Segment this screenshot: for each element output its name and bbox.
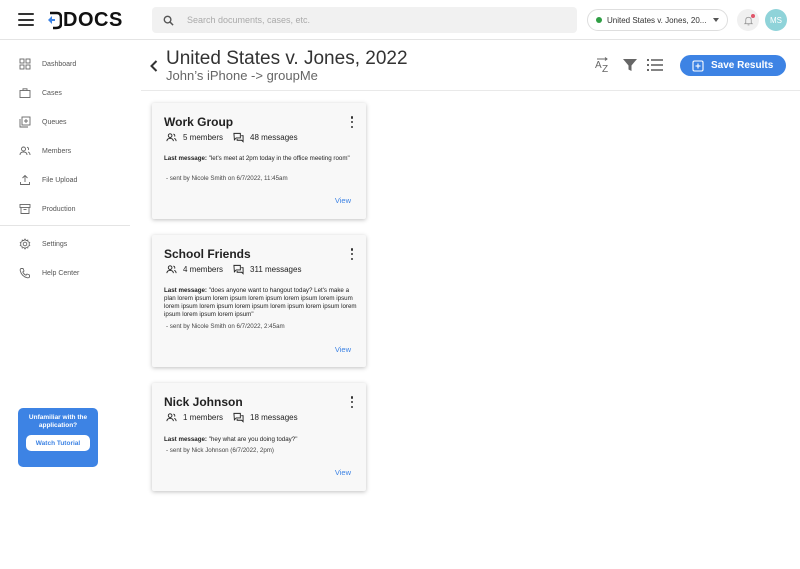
group-card: Nick Johnson 1 members 18 messages Last … xyxy=(152,383,366,491)
member-count: 5 members xyxy=(183,133,224,142)
chat-icon xyxy=(233,132,244,143)
case-selector[interactable]: United States v. Jones, 20... xyxy=(587,9,728,31)
sidebar-item-production[interactable]: Production xyxy=(19,201,75,217)
view-link[interactable]: View xyxy=(335,468,351,477)
members-icon xyxy=(19,146,31,156)
sort-az-icon[interactable]: A Z xyxy=(594,57,612,73)
card-title: School Friends xyxy=(164,247,251,261)
top-bar: DOCS United States v. Jones, 20... MS xyxy=(0,0,800,40)
chat-icon xyxy=(233,264,244,275)
dashboard-icon xyxy=(19,58,31,70)
last-message-text: "let's meet at 2pm today in the office m… xyxy=(208,155,350,162)
last-message: Last message: "let's meet at 2pm today i… xyxy=(164,155,358,163)
sidebar-item-label: Cases xyxy=(42,89,62,97)
sidebar-item-label: Queues xyxy=(42,118,67,126)
tutorial-text: Unfamiliar with the application? xyxy=(28,414,88,429)
view-link[interactable]: View xyxy=(335,345,351,354)
sidebar-item-help-center[interactable]: Help Center xyxy=(19,265,79,281)
save-icon xyxy=(692,59,704,72)
more-options-icon[interactable] xyxy=(350,396,354,408)
message-count: 311 messages xyxy=(250,265,302,274)
group-card: School Friends 4 members 311 messages La… xyxy=(152,235,366,367)
card-title: Nick Johnson xyxy=(164,395,243,409)
tutorial-card: Unfamiliar with the application? Watch T… xyxy=(18,408,98,467)
sidebar-item-settings[interactable]: Settings xyxy=(19,236,67,252)
chat-icon xyxy=(233,412,244,423)
svg-text:A: A xyxy=(595,60,602,71)
last-message-text: "hey what are you doing today?" xyxy=(208,436,298,443)
logo-mark-icon xyxy=(48,11,62,30)
card-stats: 4 members 311 messages xyxy=(166,264,301,275)
member-count: 1 members xyxy=(183,413,224,422)
sidebar-item-dashboard[interactable]: Dashboard xyxy=(19,56,76,72)
message-count: 48 messages xyxy=(250,133,298,142)
sent-by: - sent by Nick Johnson (6/7/2022, 2pm) xyxy=(166,447,274,454)
upload-icon xyxy=(20,174,30,185)
save-results-button[interactable]: Save Results xyxy=(680,55,786,76)
sidebar-item-label: Production xyxy=(42,205,76,213)
search-input[interactable] xyxy=(187,15,547,25)
sidebar-item-queues[interactable]: Queues xyxy=(19,114,67,130)
sidebar-divider xyxy=(0,225,130,226)
page-title: United States v. Jones, 2022 xyxy=(166,48,408,69)
list-view-icon[interactable] xyxy=(646,57,664,73)
member-count: 4 members xyxy=(183,265,224,274)
archive-icon xyxy=(19,204,31,214)
gear-icon xyxy=(19,238,31,250)
card-stats: 5 members 48 messages xyxy=(166,132,298,143)
logo-text: DOCS xyxy=(63,8,123,31)
more-options-icon[interactable] xyxy=(350,116,354,128)
menu-icon[interactable] xyxy=(18,13,34,26)
case-selector-value: United States v. Jones, 20... xyxy=(607,15,707,25)
search-icon xyxy=(163,15,174,26)
logo[interactable]: DOCS xyxy=(46,8,123,32)
last-message-label: Last message: xyxy=(164,155,207,162)
sidebar-item-label: Help Center xyxy=(42,269,80,277)
card-title: Work Group xyxy=(164,115,234,129)
briefcase-icon xyxy=(19,88,31,98)
header-divider xyxy=(141,90,800,91)
back-arrow-icon[interactable] xyxy=(149,59,159,73)
members-icon xyxy=(166,265,177,274)
sidebar-item-label: File Upload xyxy=(42,176,78,184)
last-message: Last message: "does anyone want to hango… xyxy=(164,287,358,319)
sidebar-item-label: Settings xyxy=(42,240,68,248)
status-dot xyxy=(596,17,602,23)
avatar[interactable]: MS xyxy=(765,9,787,31)
sidebar-item-file-upload[interactable]: File Upload xyxy=(19,172,77,188)
view-link[interactable]: View xyxy=(335,196,351,205)
save-results-label: Save Results xyxy=(711,60,774,71)
sidebar: Dashboard Cases Queues Members File Uplo… xyxy=(0,41,140,569)
sidebar-item-label: Members xyxy=(42,147,72,155)
chevron-down-icon xyxy=(713,18,719,22)
members-icon xyxy=(166,133,177,142)
sent-by: - sent by Nicole Smith on 6/7/2022, 2:45… xyxy=(166,323,285,330)
members-icon xyxy=(166,413,177,422)
sidebar-item-label: Dashboard xyxy=(42,60,77,68)
filter-icon[interactable] xyxy=(621,57,639,73)
notification-badge xyxy=(751,14,755,18)
more-options-icon[interactable] xyxy=(350,248,354,260)
notification-button[interactable] xyxy=(737,9,759,31)
group-card: Work Group 5 members 48 messages Last me… xyxy=(152,103,366,219)
sidebar-item-cases[interactable]: Cases xyxy=(19,85,62,101)
card-stats: 1 members 18 messages xyxy=(166,412,298,423)
last-message-label: Last message: xyxy=(164,436,207,443)
svg-text:Z: Z xyxy=(602,64,608,73)
last-message: Last message: "hey what are you doing to… xyxy=(164,436,358,444)
sidebar-item-members[interactable]: Members xyxy=(19,143,71,159)
page-subtitle: John’s iPhone -> groupMe xyxy=(166,68,318,83)
phone-icon xyxy=(19,268,30,279)
last-message-label: Last message: xyxy=(164,287,207,294)
message-count: 18 messages xyxy=(250,413,298,422)
sent-by: - sent by Nicole Smith on 6/7/2022, 11:4… xyxy=(166,175,288,182)
queue-icon xyxy=(19,116,31,128)
search-bar[interactable] xyxy=(152,7,577,33)
watch-tutorial-button[interactable]: Watch Tutorial xyxy=(26,435,90,451)
